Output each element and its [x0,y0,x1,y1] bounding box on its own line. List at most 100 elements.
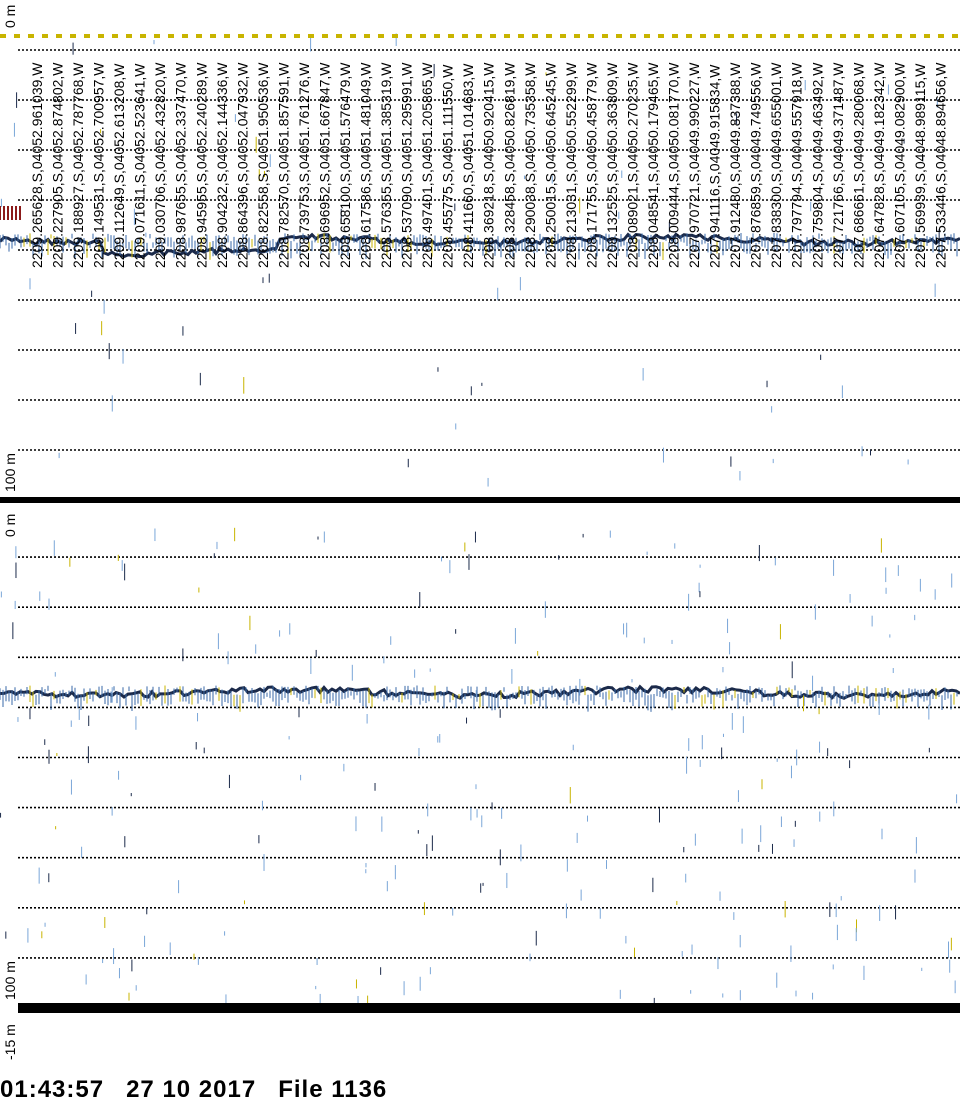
surface-marker [350,34,356,38]
panel-bottom-line [18,1003,960,1013]
depth-label-bottom: 100 m [2,961,18,1000]
surface-marker [686,34,692,38]
surface-marker [910,34,916,38]
position-label: 2208.369218,S,04050.920415,W [481,62,497,268]
position-label: 2208.455775,S,04051.111550,W [440,64,456,268]
surface-marker [364,34,370,38]
surface-marker [672,34,678,38]
surface-marker [602,34,608,38]
surface-marker [126,34,132,38]
surface-marker [280,34,286,38]
surface-marker [714,34,720,38]
position-label: 2209.071611,S,04052.523641,W [132,63,148,268]
surface-marker [28,34,34,38]
surface-marker [896,34,902,38]
position-label: 2209.227905,S,04052.874802,W [50,62,66,268]
position-label: 2208.864396,S,04052.047932,W [234,62,250,268]
surface-marker [294,34,300,38]
position-label: 2207.686661,S,04049.280068,W [850,62,866,268]
surface-marker [0,34,6,38]
surface-marker [266,34,272,38]
position-label: 2207.759804,S,04049.463492,W [809,62,825,268]
surface-marker [700,34,706,38]
surface-marker [224,34,230,38]
position-label: 2208.328458,S,04050.826819,W [501,62,517,268]
surface-marker [406,34,412,38]
surface-marker [196,34,202,38]
surface-marker [336,34,342,38]
position-label: 2208.987655,S,04052.337470,W [173,62,189,268]
position-label: 2208.411660,S,04051.014683,W [460,63,476,268]
surface-marker [70,34,76,38]
position-label: 2207.941116,S,04049.915834,W [707,64,723,268]
position-label: 2208.250015,S,04050.645245,W [542,62,558,268]
position-label: 2208.213031,S,04050.552299,W [563,62,579,268]
surface-marker [784,34,790,38]
position-label: 2209.030706,S,04052.432820,W [152,62,168,268]
position-label: 2208.945955,S,04052.240289,W [193,62,209,268]
position-label: 2207.970721,S,04049.990227,W [686,62,702,268]
surface-marker [182,34,188,38]
surface-marker [238,34,244,38]
position-label: 2208.658100,S,04051.576479,W [337,62,353,268]
position-label: 2207.533446,S,04048.894656,W [933,62,949,268]
surface-marker [882,34,888,38]
position-label: 2208.576355,S,04051.385319,W [378,62,394,268]
depth-label-top: 0 m [2,514,18,537]
position-label: 2208.617586,S,04051.481049,W [358,62,374,268]
footer-caption: 01:43:57 27 10 2017 File 1136 [0,1076,409,1104]
position-label: 2208.171755,S,04050.458779,W [583,62,599,268]
footer-time: 01:43:57 [0,1076,105,1103]
echogram-chart: 0 m 100 m 0 m 100 m 2209.265628,S,04052.9610… [0,5,960,1060]
position-label: 2207.569939,S,04048.989115,W [912,63,928,268]
surface-marker [98,34,104,38]
surface-marker [56,34,62,38]
surface-marker [854,34,860,38]
surface-marker [770,34,776,38]
surface-marker [84,34,90,38]
position-label: 2208.696952,S,04051.667847,W [317,62,333,268]
surface-marker [588,34,594,38]
surface-marker [574,34,580,38]
surface-marker [308,34,314,38]
footer-date: 27 10 2017 [126,1076,257,1103]
position-label: 2208.822558,S,04051.950536,W [255,62,271,268]
position-label: 2208.009444,S,04050.081770,W [666,62,682,268]
surface-marker [868,34,874,38]
surface-marker [560,34,566,38]
surface-marker [630,34,636,38]
surface-marker [826,34,832,38]
footer-file: File 1136 [278,1076,388,1103]
surface-marker [476,34,482,38]
surface-marker [938,34,944,38]
surface-marker [504,34,510,38]
position-label: 2209.149531,S,04052.700957,W [91,62,107,268]
surface-marker [812,34,818,38]
position-label: 2208.782570,S,04051.857591,W [275,62,291,268]
position-label: 2207.797794,S,04049.557918,W [789,62,805,268]
panel-bottom-line [0,497,960,503]
position-label: 2208.497401,S,04051.205865,W [419,62,435,268]
surface-marker [322,34,328,38]
surface-marker [14,34,20,38]
surface-marker [658,34,664,38]
position-label: 2209.265628,S,04052.961039,W [29,62,45,268]
position-label: 2208.132525,S,04050.363809,W [604,62,620,268]
position-label: 2207.876859,S,04049.749556,W [748,62,764,268]
surface-marker [532,34,538,38]
position-label: 2208.048541,S,04050.179465,W [645,62,661,268]
position-label: 2209.188927,S,04052.787768,W [70,62,86,268]
surface-marker [798,34,804,38]
surface-marker [742,34,748,38]
surface-marker [490,34,496,38]
position-label: 2207.647828,S,04049.182342,W [871,62,887,268]
surface-marker [448,34,454,38]
surface-marker [168,34,174,38]
position-label: 2207.912480,S,04049.837388,W [727,62,743,268]
surface-marker [420,34,426,38]
position-label: 2207.607105,S,04049.082900,W [891,62,907,268]
surface-marker [154,34,160,38]
surface-marker [42,34,48,38]
surface-marker [378,34,384,38]
surface-marker [924,34,930,38]
